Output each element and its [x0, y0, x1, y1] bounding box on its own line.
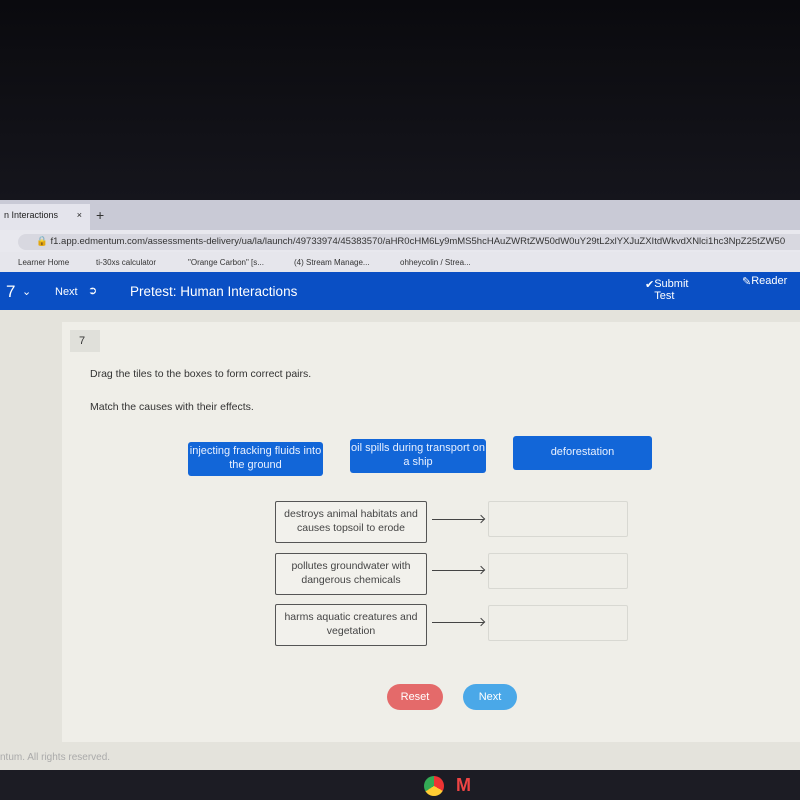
- background: [0, 0, 800, 200]
- effect-groundwater: pollutes groundwater with dangerous chem…: [275, 553, 427, 595]
- lock-icon: 🔒: [36, 236, 51, 247]
- tile-deforestation[interactable]: deforestation: [513, 436, 652, 470]
- next-button[interactable]: Next: [463, 684, 517, 710]
- submit-label: Submit Test: [654, 278, 689, 302]
- arrow-icon: [432, 570, 484, 571]
- bookmark-learner-home[interactable]: Learner Home: [18, 258, 69, 267]
- close-icon[interactable]: ×: [77, 210, 82, 220]
- tab-title: n Interactions: [4, 210, 59, 220]
- bookmark-orange-carbon[interactable]: "Orange Carbon" [s...: [188, 258, 264, 267]
- bookmark-stream-manager[interactable]: (4) Stream Manage...: [294, 258, 370, 267]
- next-link[interactable]: Next: [55, 286, 78, 298]
- question-selector[interactable]: 7: [6, 282, 15, 302]
- address-bar[interactable]: 🔒 f1.app.edmentum.com/assessments-delive…: [18, 234, 800, 250]
- drop-box-2[interactable]: [488, 553, 628, 589]
- footer-copyright: ntum. All rights reserved.: [0, 752, 111, 763]
- submit-test-button[interactable]: ✔ Submit Test: [645, 278, 688, 302]
- gmail-icon[interactable]: M: [456, 775, 471, 796]
- url-text: f1.app.edmentum.com/assessments-delivery…: [50, 236, 786, 247]
- chrome-icon[interactable]: [424, 776, 444, 796]
- taskbar: M: [0, 770, 800, 800]
- bookmark-calculator[interactable]: ti-30xs calculator: [96, 258, 156, 267]
- question-card: [62, 322, 800, 742]
- effect-aquatic: harms aquatic creatures and vegetation: [275, 604, 427, 646]
- app-header: 7 ⌄ Next ➲ Pretest: Human Interactions ✔…: [0, 272, 800, 310]
- page-title: Pretest: Human Interactions: [130, 284, 298, 299]
- arrow-icon: [432, 519, 484, 520]
- drop-box-1[interactable]: [488, 501, 628, 537]
- arrow-right-circle-icon: ➲: [88, 285, 98, 297]
- browser-tab[interactable]: n Interactions ×: [0, 204, 90, 230]
- chevron-down-icon[interactable]: ⌄: [22, 285, 31, 298]
- drop-box-3[interactable]: [488, 605, 628, 641]
- new-tab-button[interactable]: +: [96, 207, 104, 223]
- tab-bar: [0, 200, 800, 230]
- tile-oil-spills[interactable]: oil spills during transport on a ship: [350, 439, 486, 473]
- effect-habitats: destroys animal habitats and causes tops…: [275, 501, 427, 543]
- bookmarks-bar: Learner Home ti-30xs calculator "Orange …: [0, 252, 800, 272]
- tile-fracking[interactable]: injecting fracking fluids into the groun…: [188, 442, 323, 476]
- prompt: Match the causes with their effects.: [90, 401, 254, 413]
- reset-button[interactable]: Reset: [387, 684, 443, 710]
- arrow-icon: [432, 622, 484, 623]
- bookmark-ohheycolin[interactable]: ohheycolin / Strea...: [400, 258, 471, 267]
- reader-label: Reader: [751, 275, 788, 287]
- question-number: 7: [70, 330, 100, 352]
- instruction: Drag the tiles to the boxes to form corr…: [90, 368, 312, 380]
- reader-button[interactable]: ✎ Reader: [742, 275, 787, 288]
